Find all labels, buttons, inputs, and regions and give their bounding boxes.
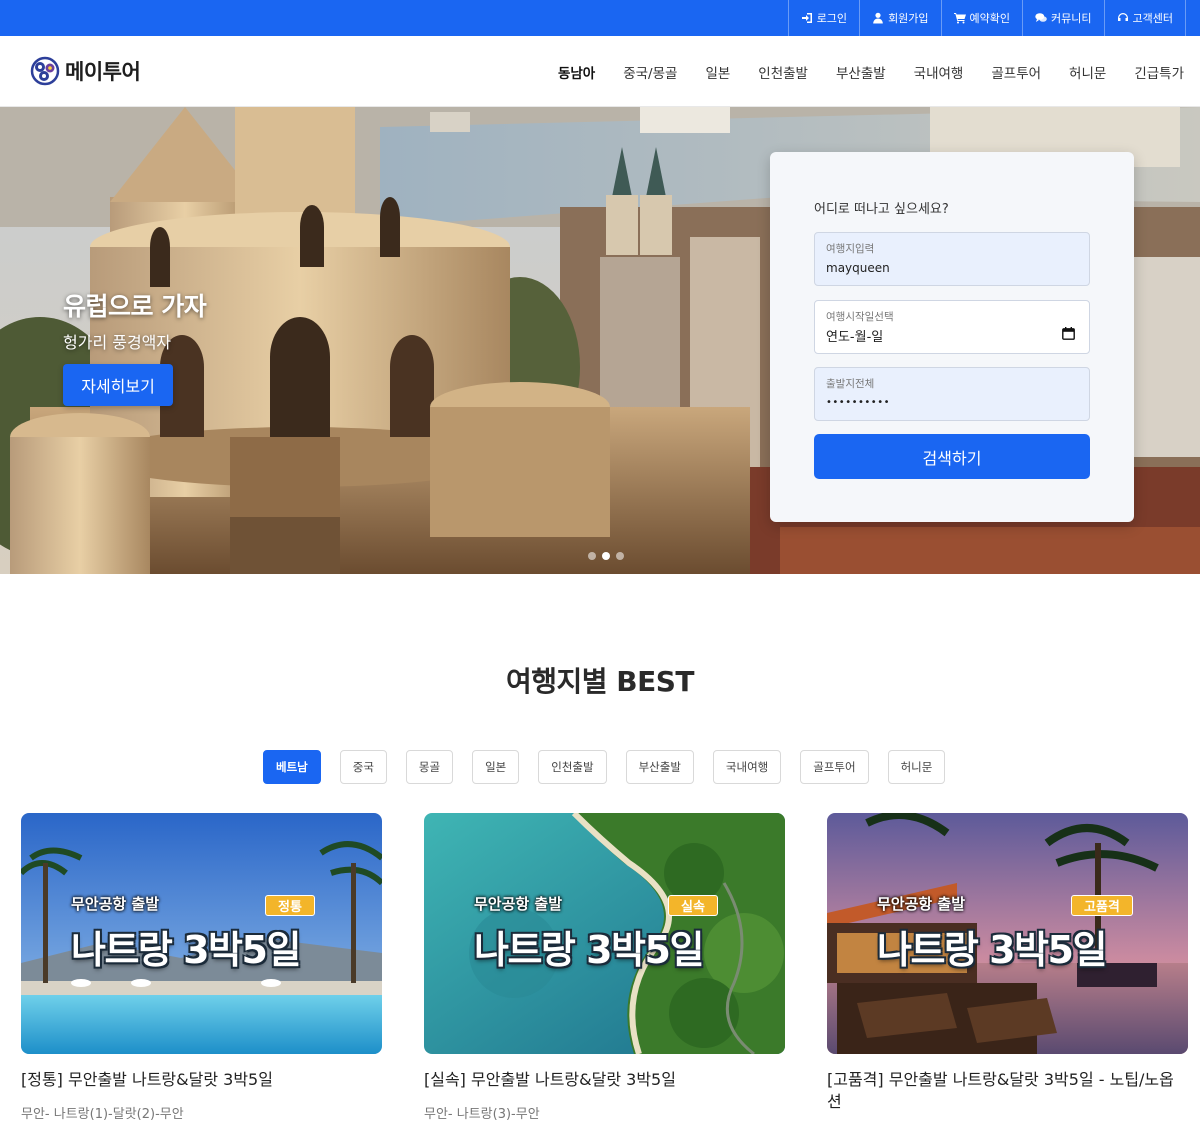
hero-detail-button[interactable]: 자세히보기 [63, 364, 173, 406]
user-icon [873, 12, 883, 24]
tab-honeymoon[interactable]: 허니문 [887, 750, 946, 784]
departure-field[interactable]: 출발지전체 •••••••••• [814, 367, 1090, 421]
product-thumbnail[interactable]: 무안공항 출발 정통 나트랑 3박5일 [21, 813, 382, 1054]
card-headline: 나트랑 3박5일 [71, 928, 301, 972]
chat-icon [1035, 13, 1047, 22]
card-badge: 정통 [265, 895, 315, 916]
hero-subtitle: 헝가리 풍경액자 [63, 333, 172, 352]
trip-search-box: 어디로 떠나고 싶으세요? 여행지입력 mayqueen 여행시작일선택 연도-… [770, 152, 1134, 522]
search-prompt: 어디로 떠나고 싶으세요? [814, 202, 949, 217]
departure-field-label: 출발지전체 [826, 378, 875, 390]
nav-item-urgent-deals[interactable]: 긴급특가 [1134, 62, 1184, 82]
reservation-link[interactable]: 예약확인 [940, 0, 1022, 36]
start-date-field-label: 여행시작일선택 [826, 311, 894, 323]
site-logo[interactable]: 메이투어 [30, 56, 141, 86]
nav-item-japan[interactable]: 일본 [705, 62, 730, 82]
signup-link[interactable]: 회원가입 [859, 0, 940, 36]
login-link[interactable]: 로그인 [787, 0, 859, 36]
departure-field-value: •••••••••• [826, 397, 890, 408]
community-link[interactable]: 커뮤니티 [1022, 0, 1103, 36]
start-date-field[interactable]: 여행시작일선택 연도-월-일 [814, 300, 1090, 354]
card-route: 무안- 나트랑(1)-달랏(2)-무안 [21, 1107, 184, 1122]
tab-incheon-departure[interactable]: 인천출발 [538, 750, 607, 784]
destination-field[interactable]: 여행지입력 mayqueen [814, 232, 1090, 286]
destination-field-label: 여행지입력 [826, 243, 875, 255]
main-nav: 동남아 중국/몽골 일본 인천출발 부산출발 국내여행 골프투어 허니문 긴급특… [530, 36, 1184, 107]
customer-center-label: 고객센터 [1132, 12, 1173, 25]
slide-dot[interactable] [588, 552, 596, 560]
product-card[interactable]: 무안공항 출발 정통 나트랑 3박5일 [정통] 무안출발 나트랑&달랏 3박5… [21, 813, 382, 1122]
nav-item-busan-departure[interactable]: 부산출발 [836, 62, 886, 82]
login-label: 로그인 [816, 12, 848, 25]
best-section-title: 여행지별 BEST [505, 665, 695, 698]
product-thumbnail[interactable]: 무안공항 출발 고품격 나트랑 3박5일 [827, 813, 1188, 1054]
site-header: 메이투어 동남아 중국/몽골 일본 인천출발 부산출발 국내여행 골프투어 허니… [0, 36, 1200, 107]
card-departure-tag: 무안공항 출발 [877, 895, 966, 913]
destination-field-value: mayqueen [826, 261, 890, 275]
community-label: 커뮤니티 [1051, 12, 1092, 25]
nav-item-china-mongolia[interactable]: 중국/몽골 [623, 62, 677, 82]
hero-title: 유럽으로 가자 [63, 292, 207, 321]
card-route: 무안- 나트랑(3)-무안 [424, 1107, 540, 1122]
card-departure-tag: 무안공항 출발 [71, 895, 160, 913]
cart-icon [953, 13, 966, 24]
tab-china[interactable]: 중국 [339, 750, 387, 784]
signup-label: 회원가입 [888, 12, 929, 25]
search-button[interactable]: 검색하기 [814, 434, 1090, 479]
customer-center-link[interactable]: 고객센터 [1103, 0, 1186, 36]
card-badge: 고품격 [1071, 895, 1133, 916]
nav-item-golf-tour[interactable]: 골프투어 [991, 62, 1041, 82]
tab-busan-departure[interactable]: 부산출발 [625, 750, 694, 784]
logo-text: 메이투어 [65, 60, 141, 84]
tab-mongolia[interactable]: 몽골 [405, 750, 454, 784]
card-headline: 나트랑 3박5일 [877, 928, 1107, 972]
logo-mark-icon [30, 56, 60, 86]
card-title[interactable]: [실속] 무안출발 나트랑&달랏 3박5일 [424, 1069, 785, 1091]
card-departure-tag: 무안공항 출발 [474, 895, 563, 913]
card-badge: 실속 [668, 895, 718, 916]
hero-copy: 유럽으로 가자 헝가리 풍경액자 [63, 287, 207, 353]
nav-item-incheon-departure[interactable]: 인천출발 [758, 62, 808, 82]
top-utility-bar: 로그인 회원가입 예약확인 커뮤니티 고객센터 [0, 0, 1200, 36]
tab-vietnam[interactable]: 베트남 [263, 750, 321, 784]
calendar-icon[interactable] [1062, 327, 1075, 340]
product-card[interactable]: 무안공항 출발 고품격 나트랑 3박5일 [고품격] 무안출발 나트랑&달랏 3… [827, 813, 1188, 1113]
card-title[interactable]: [고품격] 무안출발 나트랑&달랏 3박5일 - 노팁/노옵션 [827, 1069, 1188, 1113]
slide-indicator [588, 552, 624, 560]
nav-item-honeymoon[interactable]: 허니문 [1069, 62, 1106, 82]
card-title[interactable]: [정통] 무안출발 나트랑&달랏 3박5일 [21, 1069, 382, 1091]
reservation-label: 예약확인 [969, 12, 1011, 25]
product-thumbnail[interactable]: 무안공항 출발 실속 나트랑 3박5일 [424, 813, 785, 1054]
start-date-field-value: 연도-월-일 [826, 330, 884, 345]
tab-japan[interactable]: 일본 [472, 750, 520, 784]
tab-golf-tour[interactable]: 골프투어 [800, 750, 869, 784]
slide-dot-active[interactable] [602, 552, 610, 560]
login-icon [801, 13, 812, 23]
utility-menu: 로그인 회원가입 예약확인 커뮤니티 고객센터 [787, 0, 1186, 36]
product-card[interactable]: 무안공항 출발 실속 나트랑 3박5일 [실속] 무안출발 나트랑&달랏 3박5… [424, 813, 785, 1122]
headset-icon [1117, 13, 1128, 21]
destination-tabs: 베트남 중국 몽골 일본 인천출발 부산출발 국내여행 골프투어 허니문 [263, 750, 946, 784]
tab-domestic[interactable]: 국내여행 [712, 750, 782, 784]
slide-dot[interactable] [616, 552, 624, 560]
nav-item-southeast-asia[interactable]: 동남아 [558, 62, 595, 82]
nav-item-domestic[interactable]: 국내여행 [914, 62, 964, 82]
card-headline: 나트랑 3박5일 [474, 928, 704, 972]
